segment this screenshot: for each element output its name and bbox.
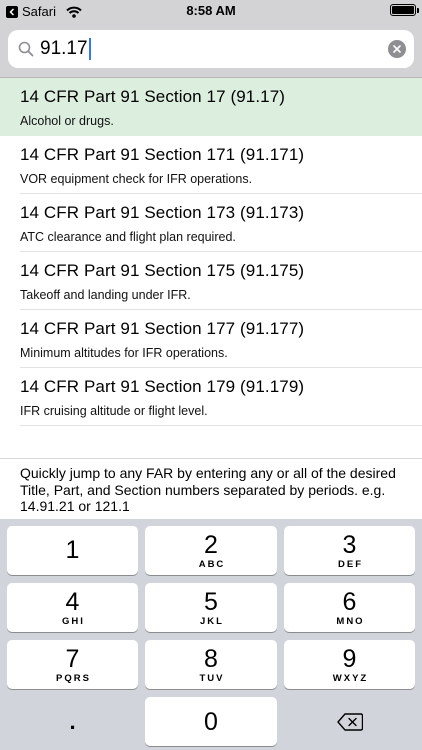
key-digit: 3 xyxy=(342,530,357,559)
key-digit: 7 xyxy=(65,644,80,673)
key-4[interactable]: 4 GHI xyxy=(7,583,138,632)
key-digit: 6 xyxy=(342,587,357,616)
key-dot[interactable]: . xyxy=(7,697,138,746)
key-7[interactable]: 7 PQRS xyxy=(7,640,138,689)
text-cursor xyxy=(88,38,91,60)
result-title: 14 CFR Part 91 Section 171 (91.171) xyxy=(20,145,305,164)
result-description: VOR equipment check for IFR operations. xyxy=(20,172,253,186)
list-item[interactable]: 14 CFR Part 91 Section 17 (91.17) Alcoho… xyxy=(0,78,422,136)
key-digit: 1 xyxy=(65,536,80,564)
key-digit: 8 xyxy=(204,644,218,673)
key-letters: TUV xyxy=(199,672,225,684)
result-description: Alcohol or drugs. xyxy=(20,114,114,128)
result-description: Takeoff and landing under IFR. xyxy=(20,288,191,302)
key-letters: DEF xyxy=(338,558,363,570)
list-item[interactable]: 14 CFR Part 91 Section 171 (91.171) VOR … xyxy=(0,136,422,194)
result-title: 14 CFR Part 91 Section 177 (91.177) xyxy=(20,319,305,338)
result-description: IFR cruising altitude or flight level. xyxy=(20,404,208,418)
delete-key[interactable] xyxy=(284,697,415,746)
screen: Safari 8:58 AM 91.17 14 CFR Part 91 Sect… xyxy=(0,0,422,750)
search-icon xyxy=(18,41,34,62)
key-9[interactable]: 9 WXYZ xyxy=(284,640,415,689)
key-letters: PQRS xyxy=(56,672,91,684)
key-digit: 4 xyxy=(65,587,80,616)
key-letters: GHI xyxy=(62,615,85,627)
result-title: 14 CFR Part 91 Section 175 (91.175) xyxy=(20,261,305,280)
search-bar: 91.17 xyxy=(0,22,422,78)
key-dot-label: . xyxy=(69,708,76,734)
list-item[interactable]: 14 CFR Part 91 Section 175 (91.175) Take… xyxy=(0,252,422,310)
key-6[interactable]: 6 MNO xyxy=(284,583,415,632)
search-value: 91.17 xyxy=(40,38,91,60)
list-item[interactable]: 14 CFR Part 91 Section 179 (91.179) IFR … xyxy=(0,368,422,426)
key-digit: 5 xyxy=(204,587,218,616)
key-letters: JKL xyxy=(200,615,224,627)
battery-icon xyxy=(390,4,419,16)
result-title: 14 CFR Part 91 Section 173 (91.173) xyxy=(20,203,305,222)
key-2[interactable]: 2 ABC xyxy=(145,526,277,575)
list-item[interactable]: 14 CFR Part 91 Section 173 (91.173) ATC … xyxy=(0,194,422,252)
result-description: Minimum altitudes for IFR operations. xyxy=(20,346,228,360)
key-3[interactable]: 3 DEF xyxy=(284,526,415,575)
result-title: 14 CFR Part 91 Section 179 (91.179) xyxy=(20,377,305,396)
key-letters: WXYZ xyxy=(332,672,369,684)
result-description: ATC clearance and flight plan required. xyxy=(20,230,236,244)
status-time: 8:58 AM xyxy=(186,3,236,18)
key-1[interactable]: 1 xyxy=(7,526,138,575)
key-5[interactable]: 5 JKL xyxy=(145,583,277,632)
key-0[interactable]: 0 xyxy=(145,697,277,746)
key-digit: 2 xyxy=(204,530,218,559)
backspace-icon xyxy=(336,712,363,731)
list-item[interactable]: 14 CFR Part 91 Section 177 (91.177) Mini… xyxy=(0,310,422,368)
divider xyxy=(20,425,422,426)
help-text: Quickly jump to any FAR by entering any … xyxy=(20,465,396,514)
divider xyxy=(0,458,422,459)
results-list: 14 CFR Part 91 Section 17 (91.17) Alcoho… xyxy=(0,78,422,426)
clear-icon[interactable] xyxy=(388,40,406,58)
key-digit: 9 xyxy=(342,644,357,673)
search-input[interactable]: 91.17 xyxy=(8,30,414,68)
key-letters: ABC xyxy=(198,558,226,570)
key-8[interactable]: 8 TUV xyxy=(145,640,277,689)
numeric-keypad: 1 2 ABC 3 DEF 4 GHI 5 JKL 6 MNO 7 PQRS 8 xyxy=(0,519,422,750)
key-letters: MNO xyxy=(336,615,365,627)
status-bar: Safari 8:58 AM xyxy=(0,0,422,22)
result-title: 14 CFR Part 91 Section 17 (91.17) xyxy=(20,87,286,106)
key-digit: 0 xyxy=(204,707,218,736)
